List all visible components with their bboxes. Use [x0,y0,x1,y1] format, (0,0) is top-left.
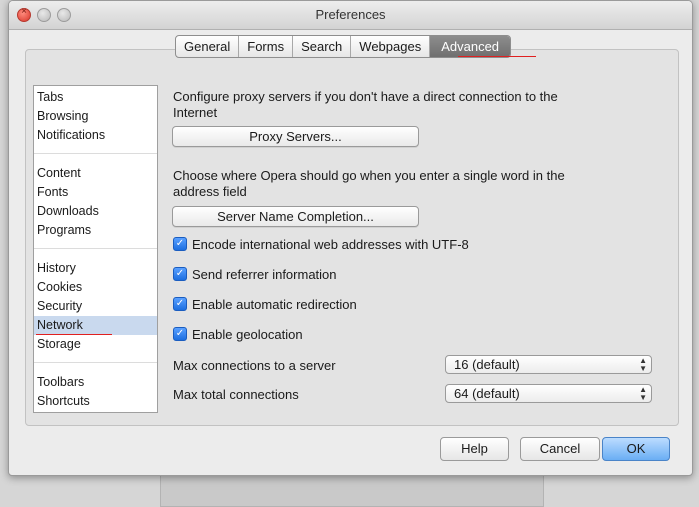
sidebar-item-notifications[interactable]: Notifications [34,126,157,145]
checkmark-icon[interactable]: ✓ [173,267,187,281]
checkmark-icon[interactable]: ✓ [173,297,187,311]
geolocation-checkbox-label: Enable geolocation [192,326,303,342]
max-total-select[interactable]: 64 (default) ▲ ▼ [445,384,652,403]
utf8-checkbox-label: Encode international web addresses with … [192,236,469,252]
stepper-arrows-icon: ▲ ▼ [639,385,647,402]
sidebar-item-network[interactable]: Network [34,316,157,335]
tab-advanced[interactable]: Advanced [430,36,511,57]
geolocation-checkbox-row[interactable]: ✓ Enable geolocation [173,325,303,343]
cancel-button[interactable]: Cancel [520,437,600,461]
sidebar-item-downloads[interactable]: Downloads [34,202,157,221]
max-total-value: 64 (default) [454,386,520,401]
stepper-arrows-icon: ▲ ▼ [639,356,647,373]
max-server-select[interactable]: 16 (default) ▲ ▼ [445,355,652,374]
redirection-checkbox-row[interactable]: ✓ Enable automatic redirection [173,295,357,313]
proxy-servers-button[interactable]: Proxy Servers... [172,126,419,147]
preferences-window: × Preferences General Forms Search Webpa… [8,0,693,476]
background-window-edge [160,474,544,507]
title-bar[interactable]: × Preferences [9,1,692,30]
tab-search[interactable]: Search [293,36,352,57]
sidebar-item-security[interactable]: Security [34,297,157,316]
tab-forms[interactable]: Forms [239,36,294,57]
max-total-label: Max total connections [173,387,299,402]
sidebar-item-toolbars[interactable]: Toolbars [34,373,157,392]
sidebar-item-history[interactable]: History [34,259,157,278]
server-name-completion-button[interactable]: Server Name Completion... [172,206,419,227]
tab-bar: General Forms Search Webpages Advanced [175,35,512,58]
completion-description: Choose where Opera should go when you en… [173,168,565,199]
sidebar-item-shortcuts[interactable]: Shortcuts [34,392,157,411]
sidebar-item-tabs[interactable]: Tabs [34,88,157,107]
checkmark-icon[interactable]: ✓ [173,237,187,251]
referrer-checkbox-label: Send referrer information [192,266,337,282]
referrer-checkbox-row[interactable]: ✓ Send referrer information [173,265,337,283]
sidebar-divider [34,248,157,249]
max-server-value: 16 (default) [454,357,520,372]
checkmark-icon[interactable]: ✓ [173,327,187,341]
sidebar-item-fonts[interactable]: Fonts [34,183,157,202]
spellcheck-underline [36,334,112,335]
sidebar-divider [34,153,157,154]
sidebar-item-storage[interactable]: Storage [34,335,157,354]
window-title: Preferences [315,7,386,22]
category-list: Tabs Browsing Notifications Content Font… [33,85,158,413]
tab-general[interactable]: General [176,36,240,57]
redirection-checkbox-label: Enable automatic redirection [192,296,357,312]
sidebar-item-cookies[interactable]: Cookies [34,278,157,297]
tab-webpages[interactable]: Webpages [351,36,431,57]
proxy-description: Configure proxy servers if you don't hav… [173,89,558,120]
sidebar-item-programs[interactable]: Programs [34,221,157,240]
ok-button[interactable]: OK [602,437,670,461]
sidebar-divider [34,362,157,363]
max-server-label: Max connections to a server [173,358,336,373]
sidebar-item-browsing[interactable]: Browsing [34,107,157,126]
sidebar-item-content[interactable]: Content [34,164,157,183]
utf8-checkbox-row[interactable]: ✓ Encode international web addresses wit… [173,235,469,253]
help-button[interactable]: Help [440,437,509,461]
spellcheck-underline [458,56,536,57]
